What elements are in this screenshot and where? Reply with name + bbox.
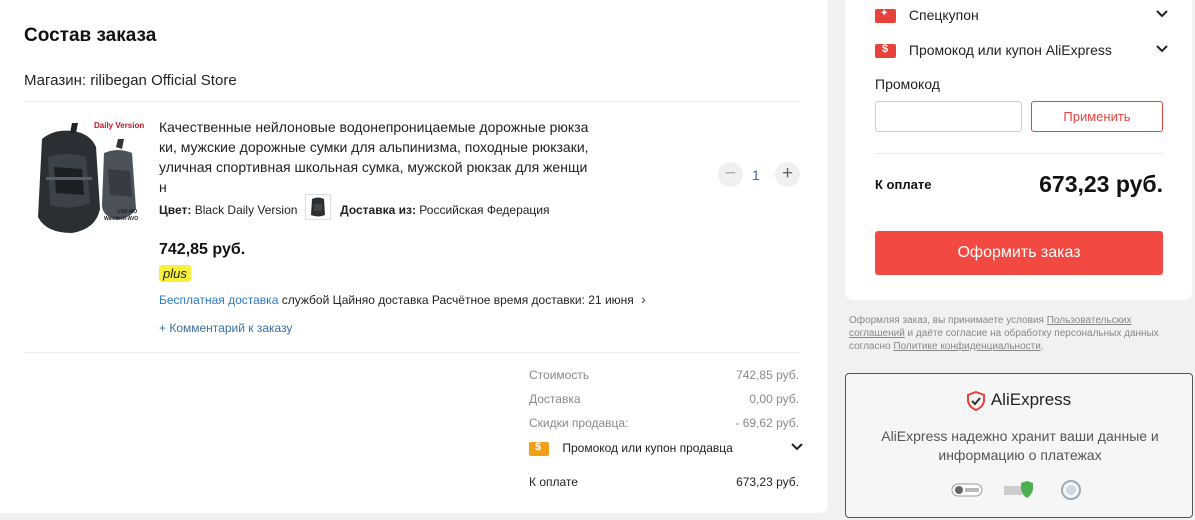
delivery-label: Доставка <box>529 392 581 406</box>
pay-total-label: К оплате <box>875 177 932 192</box>
pci-badge-icon <box>951 479 983 501</box>
total-value: 673,23 руб. <box>736 475 799 489</box>
special-coupon-label: Спецкупон <box>908 7 979 23</box>
seller-coupon-dropdown[interactable]: Промокод или купон продавца <box>529 441 803 456</box>
cost-value: 742,85 руб. <box>736 368 799 382</box>
discount-label: Скидки продавца: <box>529 416 629 430</box>
store-name[interactable]: Магазин: rilibegan Official Store <box>24 72 237 89</box>
seller-coupon-label: Промокод или купон продавца <box>562 441 733 455</box>
security-card: AliExpress AliExpress надежно хранит ваш… <box>845 373 1193 518</box>
ae-coupon-label: Промокод или купон AliExpress <box>908 42 1112 58</box>
plus-icon: + <box>781 163 794 184</box>
product-price: 742,85 руб. <box>159 241 246 258</box>
add-comment-link[interactable]: + Комментарий к заказу <box>159 321 292 335</box>
shield-check-icon <box>966 390 985 411</box>
quantity-decrease-button[interactable]: − <box>718 162 743 187</box>
plus-badge: plus <box>159 265 191 282</box>
promo-code-input[interactable] <box>875 101 1022 132</box>
discount-value: - 69,62 руб. <box>735 416 799 430</box>
place-order-button[interactable]: Оформить заказ <box>875 231 1163 275</box>
order-card: Состав заказа Магазин: rilibegan Officia… <box>0 0 828 513</box>
summary-cost-row: Стоимость 742,85 руб. <box>529 368 799 382</box>
summary-discount-row: Скидки продавца: - 69,62 руб. <box>529 416 799 430</box>
color-thumbnail <box>304 194 331 220</box>
total-label: К оплате <box>529 475 578 489</box>
backpack-image: Daily Version USB-MO Waistbelt-AVO <box>24 117 144 237</box>
badge-waistbelt: Waistbelt-AVO <box>104 216 138 222</box>
quantity-value: 1 <box>752 167 760 183</box>
order-title: Состав заказа <box>24 25 157 46</box>
trust-badges <box>846 479 1192 501</box>
chevron-down-icon <box>791 439 803 455</box>
badge-daily-version: Daily Version <box>94 121 144 130</box>
divider <box>24 352 800 353</box>
coupon-icon <box>529 441 549 456</box>
checkout-page: Состав заказа Магазин: rilibegan Officia… <box>0 0 1195 520</box>
shipping-eta: Расчётное время доставки: 21 июня <box>431 293 634 307</box>
coupon-icon <box>875 8 896 24</box>
color-label: Цвет: <box>159 203 192 218</box>
product-image[interactable]: Daily Version USB-MO Waistbelt-AVO <box>24 117 144 237</box>
terms-text: . <box>1040 341 1044 352</box>
brand-name: AliExpress <box>990 390 1072 409</box>
summary-delivery-row: Доставка 0,00 руб. <box>529 392 799 406</box>
product-title-line: уличная спортивная школьная сумка, мужск… <box>159 159 588 175</box>
product-title-line: н <box>159 179 167 195</box>
chevron-right-icon: › <box>641 291 646 307</box>
ship-from-value: Российская Федерация <box>419 203 550 218</box>
divider <box>24 101 800 102</box>
pay-total-value: 673,23 руб. <box>1039 171 1163 197</box>
chevron-down-icon <box>1155 6 1169 25</box>
minus-icon: − <box>724 163 737 184</box>
badge-usb: USB-MO <box>117 209 137 215</box>
quantity-increase-button[interactable]: + <box>775 162 800 187</box>
product-title-line: ки, мужские дорожные сумки для альпинизм… <box>159 139 589 155</box>
payment-card: Спецкупон Промокод или купон AliExpress … <box>845 0 1192 300</box>
color-value: Black Daily Version <box>194 203 298 218</box>
special-coupon-dropdown[interactable]: Спецкупон <box>875 6 1169 25</box>
summary-total-row: К оплате 673,23 руб. <box>529 475 799 489</box>
terms-text: Оформляя заказ, вы принимаете условия <box>849 315 1047 326</box>
delivery-value: 0,00 руб. <box>749 392 799 406</box>
ae-coupon-dropdown[interactable]: Промокод или купон AliExpress <box>875 41 1169 60</box>
terms-notice: Оформляя заказ, вы принимаете условия По… <box>849 314 1189 353</box>
chevron-down-icon <box>1155 41 1169 60</box>
coupon-icon <box>875 43 896 59</box>
aliexpress-logo: AliExpress <box>846 390 1192 411</box>
product-title-line: Качественные нейлоновые водонепроницаемы… <box>159 119 589 135</box>
shipping-service: службой Цайняо доставка <box>281 293 429 307</box>
free-shipping-label: Бесплатная доставка <box>159 293 279 307</box>
ship-from-label: Доставка из: <box>340 203 416 218</box>
promo-code-label: Промокод <box>875 76 940 92</box>
security-message: AliExpress надежно хранит ваши данные и … <box>881 428 1159 463</box>
product-title[interactable]: Качественные нейлоновые водонепроницаемы… <box>159 117 621 197</box>
product-attributes: Цвет: Black Daily Version Доставка из: Р… <box>159 194 550 220</box>
shipping-info[interactable]: Бесплатная доставка службой Цайняо доста… <box>159 291 646 307</box>
cost-label: Стоимость <box>529 368 590 382</box>
certificate-badge-icon <box>1055 479 1087 501</box>
apply-button[interactable]: Применить <box>1031 101 1163 132</box>
privacy-policy-link[interactable]: Политике конфиденциальности <box>893 341 1040 352</box>
divider <box>875 153 1163 154</box>
security-shield-icon <box>1003 479 1035 501</box>
